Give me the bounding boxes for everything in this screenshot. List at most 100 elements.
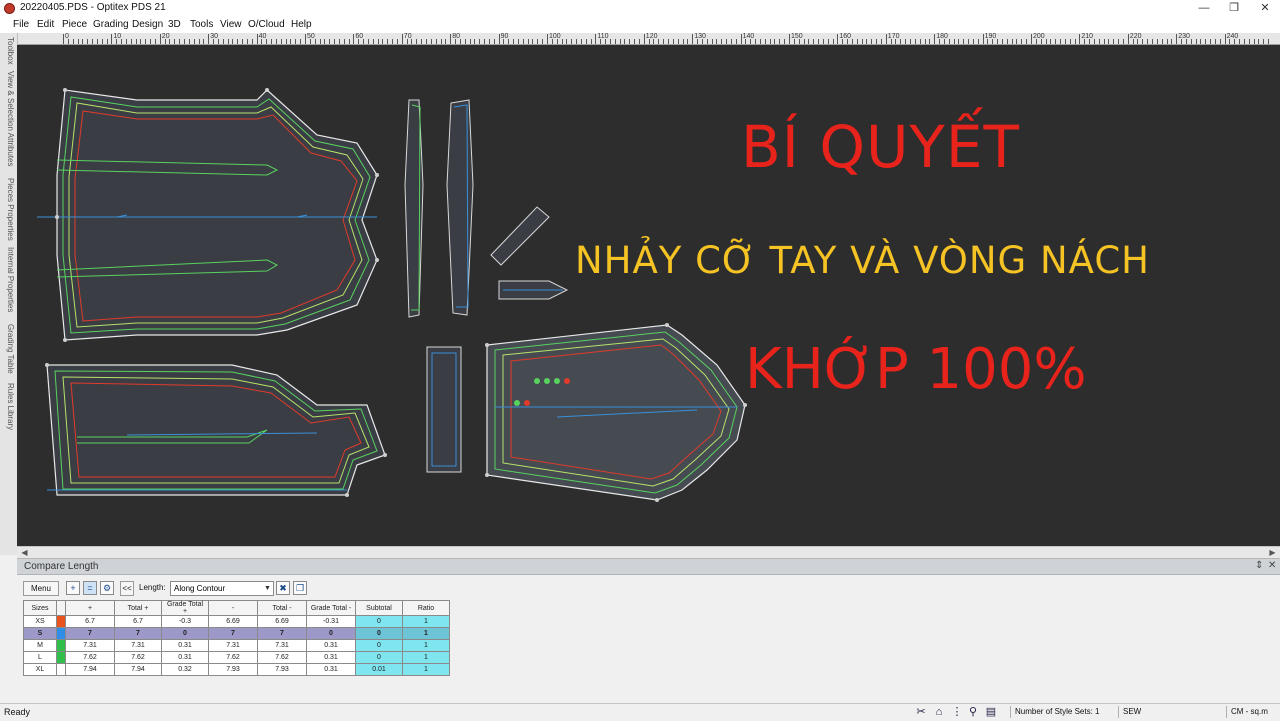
side-tab-toolbox[interactable]: Toolbox: [2, 37, 15, 65]
add-icon[interactable]: +: [66, 581, 80, 595]
title-bar: 20220405.PDS - Optitex PDS 21 — ❐ ✕: [0, 0, 1280, 18]
ruler-minor-tick: [1210, 39, 1212, 44]
ruler-minor-tick: [1268, 39, 1270, 44]
ruler-minor-tick: [324, 39, 326, 44]
menu-edit[interactable]: Edit: [37, 19, 54, 30]
ruler-minor-tick: [1219, 39, 1221, 44]
ruler-minor-tick: [1253, 39, 1255, 44]
ruler-minor-tick: [169, 39, 171, 44]
pin-icon[interactable]: ⇕: [1255, 560, 1263, 571]
scroll-left-icon[interactable]: ◀: [19, 547, 30, 558]
sew-tool-icon[interactable]: ✂: [914, 705, 928, 719]
settings-icon[interactable]: ⚙: [100, 581, 114, 595]
ruler-minor-tick: [818, 39, 820, 44]
menu-grading[interactable]: Grading: [93, 19, 129, 30]
machine-icon[interactable]: ⌂: [932, 705, 946, 719]
copy-icon[interactable]: ❐: [293, 581, 307, 595]
ruler-minor-tick: [198, 39, 200, 44]
side-tab-strip: Toolbox View & Selection Attributes Piec…: [0, 33, 18, 555]
ruler-minor-tick: [851, 39, 853, 44]
table-row[interactable]: M 7.31 7.31 0.31 7.31 7.31 0.31 0 1: [23, 639, 450, 652]
ruler-minor-tick: [1026, 39, 1028, 44]
ruler-minor-tick: [629, 39, 631, 44]
ruler-minor-tick: [392, 39, 394, 44]
minimize-button[interactable]: —: [1189, 0, 1219, 17]
table-row-selected[interactable]: S 7 7 0 7 7 0 0 1: [23, 627, 450, 640]
ruler-minor-tick: [687, 39, 689, 44]
facing-pieces: [404, 99, 474, 318]
close-button[interactable]: ✕: [1250, 0, 1280, 17]
menu-3d[interactable]: 3D: [168, 19, 181, 30]
plus-cell: 7: [65, 627, 115, 640]
ruler-label: 10: [113, 33, 122, 40]
ruler-minor-tick: [416, 39, 418, 44]
ruler-minor-tick: [140, 39, 142, 44]
menu-file[interactable]: File: [13, 19, 29, 30]
ruler-tick: [1224, 34, 1226, 44]
ruler-minor-tick: [469, 39, 471, 44]
ruler-minor-tick: [624, 39, 626, 44]
ruler-minor-tick: [977, 39, 979, 44]
ruler-tick: [982, 34, 984, 44]
small-pieces: [490, 206, 569, 300]
size-cell: XS: [23, 615, 57, 628]
link-icon[interactable]: ⚲: [966, 705, 980, 719]
ruler-minor-tick: [1142, 39, 1144, 44]
ruler-minor-tick: [217, 39, 219, 44]
side-tab-internal-properties[interactable]: Internal Properties: [2, 247, 15, 312]
grade-total-plus-cell: 0.31: [161, 639, 209, 652]
ruler-minor-tick: [382, 39, 384, 44]
ruler-minor-tick: [1185, 39, 1187, 44]
menu-view[interactable]: View: [220, 19, 242, 30]
side-tab-rules-library[interactable]: Rules Library: [2, 383, 15, 430]
menu-ocloud[interactable]: O/Cloud: [248, 19, 285, 30]
length-mode-select[interactable]: Along Contour ▼: [170, 581, 274, 596]
side-tab-pieces-properties[interactable]: Pieces Properties: [2, 178, 15, 241]
ruler-minor-tick: [542, 39, 544, 44]
ruler-minor-tick: [963, 39, 965, 44]
ruler-minor-tick: [600, 39, 602, 44]
ruler-minor-tick: [314, 39, 316, 44]
ruler-minor-tick: [958, 39, 960, 44]
ruler-minor-tick: [701, 39, 703, 44]
ruler-minor-tick: [822, 39, 824, 44]
ratio-cell: 1: [402, 639, 450, 652]
side-tab-grading-table[interactable]: Grading Table: [2, 324, 15, 374]
maximize-button[interactable]: ❐: [1219, 0, 1249, 17]
menu-piece[interactable]: Piece: [62, 19, 87, 30]
ruler-minor-tick: [193, 39, 195, 44]
status-mode: SEW: [1118, 706, 1153, 718]
ruler-minor-tick: [154, 39, 156, 44]
ruler-minor-tick: [188, 39, 190, 44]
ruler-label: 100: [549, 33, 561, 40]
ruler-icon[interactable]: ▤: [984, 705, 998, 719]
ruler-minor-tick: [145, 39, 147, 44]
side-tab-view-selection[interactable]: View & Selection Attributes: [2, 71, 15, 166]
ruler-minor-tick: [634, 39, 636, 44]
scroll-right-icon[interactable]: ▶: [1267, 547, 1278, 558]
pattern-canvas[interactable]: BÍ QUYẾT NHẢY CỠ TAY VÀ VÒNG NÁCH KHỚP 1…: [17, 45, 1280, 546]
menu-help[interactable]: Help: [291, 19, 312, 30]
ruler-minor-tick: [566, 39, 568, 44]
plus-cell: 7.62: [65, 651, 115, 664]
menu-button[interactable]: Menu: [23, 581, 59, 596]
horizontal-scrollbar[interactable]: ◀ ▶: [17, 546, 1280, 558]
nav-back-button[interactable]: <<: [120, 581, 134, 596]
ruler-minor-tick: [300, 39, 302, 44]
grid-icon[interactable]: ⋮: [950, 705, 964, 719]
delete-icon[interactable]: ✖: [276, 581, 290, 595]
ruler-minor-tick: [1248, 39, 1250, 44]
ruler-tick: [450, 34, 452, 44]
table-row[interactable]: XL 7.94 7.94 0.32 7.93 7.93 0.31 0.01 1: [23, 663, 450, 676]
table-row[interactable]: XS 6.7 6.7 -0.3 6.69 6.69 -0.31 0 1: [23, 615, 450, 628]
ruler-minor-tick: [150, 39, 152, 44]
table-row[interactable]: L 7.62 7.62 0.31 7.62 7.62 0.31 0 1: [23, 651, 450, 664]
menu-tools[interactable]: Tools: [190, 19, 213, 30]
ruler-minor-tick: [614, 39, 616, 44]
measure-icon[interactable]: =: [83, 581, 97, 595]
ratio-cell: 1: [402, 627, 450, 640]
ruler-minor-tick: [484, 39, 486, 44]
close-icon[interactable]: ✕: [1268, 560, 1276, 571]
ruler-minor-tick: [522, 39, 524, 44]
menu-design[interactable]: Design: [132, 19, 163, 30]
